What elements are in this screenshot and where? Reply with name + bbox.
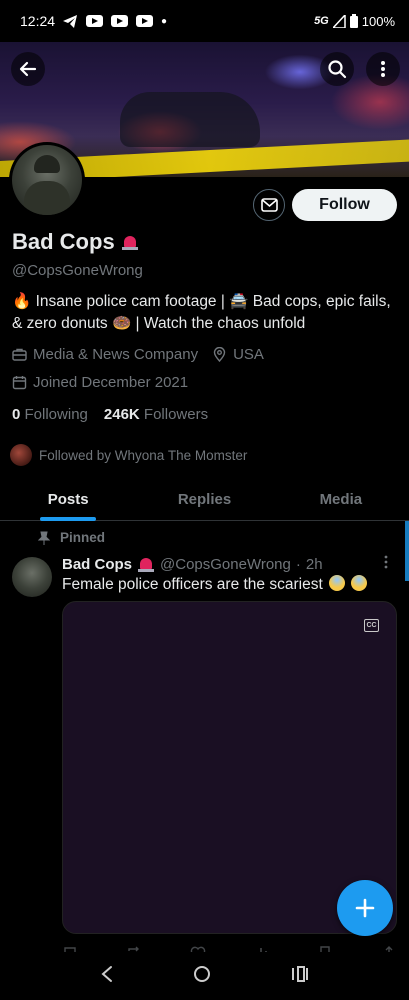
tab-replies[interactable]: Replies bbox=[136, 478, 272, 520]
post-time[interactable]: 2h bbox=[306, 556, 323, 573]
recents-icon bbox=[292, 965, 309, 982]
nav-recents-button[interactable] bbox=[291, 965, 309, 988]
profile-bio: 🔥 Insane police cam footage | 🚔 Bad cops… bbox=[12, 293, 391, 332]
siren-icon bbox=[121, 233, 139, 251]
battery-label: 100% bbox=[361, 13, 395, 29]
arrow-left-icon bbox=[19, 61, 37, 77]
followers-link[interactable]: 246K Followers bbox=[104, 406, 208, 423]
more-vertical-icon bbox=[381, 61, 385, 77]
system-nav-bar bbox=[0, 952, 409, 1000]
nav-back-button[interactable] bbox=[100, 965, 114, 988]
location-icon bbox=[212, 347, 227, 362]
tab-posts[interactable]: Posts bbox=[0, 478, 136, 520]
post-author-avatar[interactable] bbox=[12, 557, 52, 597]
profile-joined-row: Joined December 2021 bbox=[12, 374, 188, 391]
search-icon bbox=[328, 60, 347, 79]
followed-by-row[interactable]: Followed by Whyona The Momster bbox=[10, 444, 247, 466]
following-link[interactable]: 0 Following bbox=[12, 406, 88, 423]
profile-meta-row: Media & News Company USA bbox=[12, 346, 264, 363]
following-count: 0 bbox=[12, 406, 21, 423]
banner-car-shape bbox=[120, 92, 260, 147]
calendar-icon bbox=[12, 375, 27, 390]
network-label: 5G bbox=[314, 15, 329, 27]
post-text-content: Female police officers are the scariest bbox=[62, 576, 323, 593]
follow-button[interactable]: Follow bbox=[292, 189, 397, 221]
chevron-left-icon bbox=[101, 965, 112, 982]
more-button[interactable] bbox=[366, 52, 400, 86]
mail-icon bbox=[260, 198, 278, 212]
post-author-handle[interactable]: @CopsGoneWrong bbox=[160, 556, 291, 573]
display-name: Bad Cops bbox=[12, 229, 139, 255]
post-header: Bad Cops @CopsGoneWrong · 2h bbox=[62, 555, 323, 573]
search-button[interactable] bbox=[320, 52, 354, 86]
following-label: Following bbox=[24, 406, 88, 423]
pin-icon bbox=[38, 531, 50, 545]
youtube-icon bbox=[86, 15, 104, 27]
profile-handle: @CopsGoneWrong bbox=[12, 262, 143, 279]
message-button[interactable] bbox=[253, 189, 285, 221]
back-button[interactable] bbox=[11, 52, 45, 86]
post-author-name[interactable]: Bad Cops bbox=[62, 556, 132, 573]
followers-count: 246K bbox=[103, 406, 140, 423]
compose-button[interactable] bbox=[337, 880, 393, 936]
youtube-icon bbox=[136, 15, 154, 27]
profile-stats: 0 Following 246K Followers bbox=[12, 406, 208, 423]
plus-icon bbox=[355, 898, 375, 918]
pinned-indicator: Pinned bbox=[38, 530, 105, 545]
avatar-image bbox=[12, 145, 82, 215]
signal-icon bbox=[332, 14, 346, 28]
post-separator: · bbox=[295, 555, 301, 573]
briefcase-icon bbox=[12, 347, 27, 362]
nav-home-button[interactable] bbox=[193, 965, 211, 988]
followers-label: Followers bbox=[143, 406, 209, 423]
post-video[interactable]: CC bbox=[62, 601, 397, 934]
profile-location: USA bbox=[233, 346, 264, 363]
siren-icon bbox=[137, 555, 155, 573]
fearful-face-icon bbox=[329, 575, 346, 591]
display-name-text: Bad Cops bbox=[12, 229, 115, 254]
profile-category: Media & News Company bbox=[33, 346, 199, 363]
profile-avatar[interactable] bbox=[9, 142, 85, 218]
follower-avatar bbox=[10, 444, 32, 466]
home-circle-icon bbox=[194, 965, 211, 982]
status-bar: 12:24 ● 5G 100% bbox=[0, 0, 409, 42]
profile-joined: Joined December 2021 bbox=[33, 374, 189, 391]
youtube-icon bbox=[111, 15, 129, 27]
scroll-indicator bbox=[405, 521, 409, 581]
status-time: 12:24 bbox=[20, 13, 56, 29]
followed-by-text: Followed by Whyona The Momster bbox=[39, 447, 248, 463]
fearful-face-icon bbox=[351, 575, 368, 591]
post-more-button[interactable] bbox=[384, 555, 388, 574]
more-vertical-icon bbox=[384, 555, 388, 569]
profile-tabs: Posts Replies Media bbox=[0, 478, 409, 521]
battery-icon bbox=[349, 14, 358, 28]
tab-media[interactable]: Media bbox=[273, 478, 409, 520]
dot-icon: ● bbox=[161, 15, 168, 27]
telegram-icon bbox=[63, 14, 78, 28]
post-text: Female police officers are the scariest bbox=[62, 575, 368, 594]
captions-button[interactable]: CC bbox=[364, 619, 379, 632]
pinned-label: Pinned bbox=[60, 530, 106, 545]
